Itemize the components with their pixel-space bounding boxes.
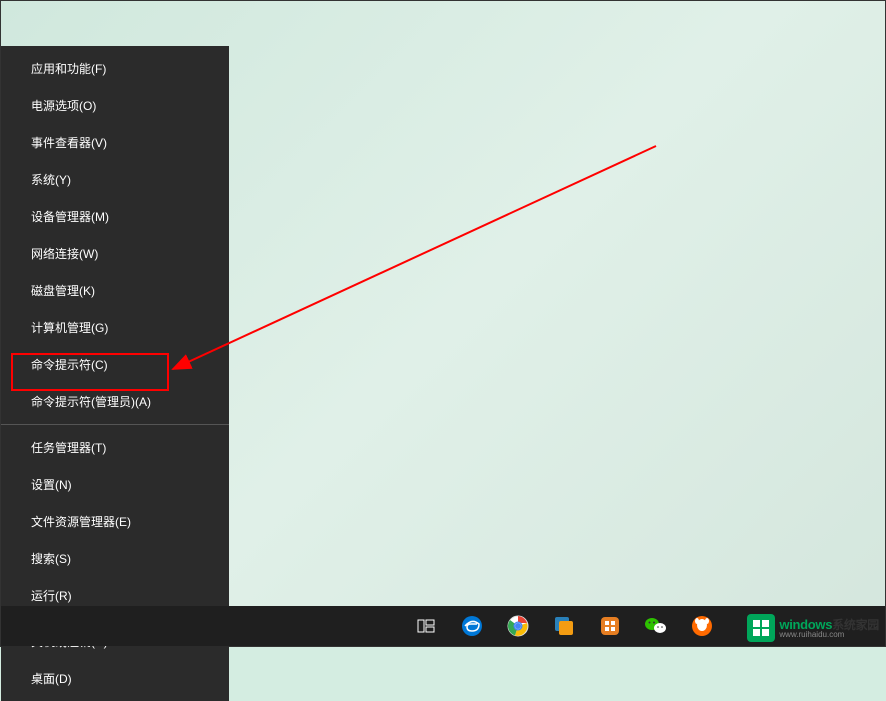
- chrome-browser-icon[interactable]: [498, 606, 538, 646]
- menu-separator: [1, 424, 229, 425]
- app-icon-orange[interactable]: [590, 606, 630, 646]
- edge-browser-icon[interactable]: [452, 606, 492, 646]
- watermark-subtitle: www.ruihaidu.com: [779, 631, 879, 639]
- uc-browser-icon[interactable]: [682, 606, 722, 646]
- menu-item-settings[interactable]: 设置(N): [1, 466, 229, 503]
- menu-item-system[interactable]: 系统(Y): [1, 161, 229, 198]
- menu-item-command-prompt[interactable]: 命令提示符(C): [1, 346, 229, 383]
- menu-item-power-options[interactable]: 电源选项(O): [1, 87, 229, 124]
- menu-item-task-manager[interactable]: 任务管理器(T): [1, 429, 229, 466]
- vmware-icon[interactable]: [544, 606, 584, 646]
- watermark: windows系统家园 www.ruihaidu.com: [747, 614, 879, 642]
- taskbar-icons-group: [406, 606, 722, 646]
- winx-context-menu: 应用和功能(F) 电源选项(O) 事件查看器(V) 系统(Y) 设备管理器(M)…: [1, 46, 229, 701]
- watermark-text: windows系统家园 www.ruihaidu.com: [779, 618, 879, 639]
- menu-item-event-viewer[interactable]: 事件查看器(V): [1, 124, 229, 161]
- task-view-icon[interactable]: [406, 606, 446, 646]
- menu-item-apps-features[interactable]: 应用和功能(F): [1, 50, 229, 87]
- menu-item-file-explorer[interactable]: 文件资源管理器(E): [1, 503, 229, 540]
- menu-item-network-connections[interactable]: 网络连接(W): [1, 235, 229, 272]
- menu-item-device-manager[interactable]: 设备管理器(M): [1, 198, 229, 235]
- menu-item-computer-management[interactable]: 计算机管理(G): [1, 309, 229, 346]
- menu-item-search[interactable]: 搜索(S): [1, 540, 229, 577]
- menu-item-disk-management[interactable]: 磁盘管理(K): [1, 272, 229, 309]
- menu-item-desktop[interactable]: 桌面(D): [1, 660, 229, 697]
- wechat-icon[interactable]: [636, 606, 676, 646]
- menu-item-command-prompt-admin[interactable]: 命令提示符(管理员)(A): [1, 383, 229, 420]
- watermark-logo-icon: [747, 614, 775, 642]
